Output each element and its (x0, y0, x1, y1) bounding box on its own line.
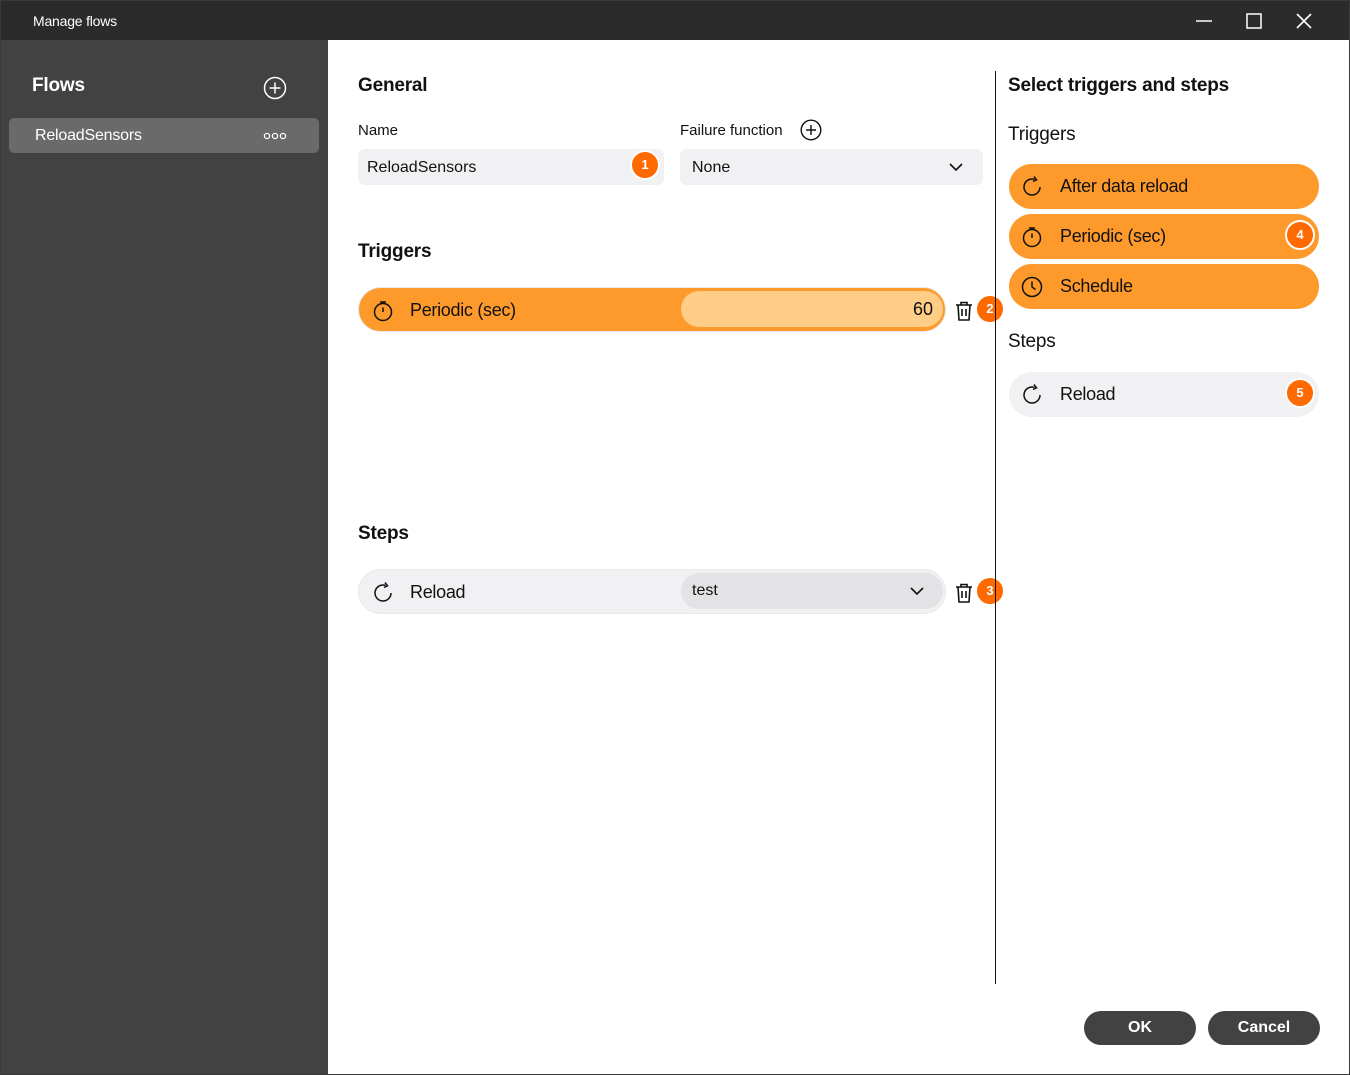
failure-function-select[interactable]: None (680, 149, 983, 185)
flow-list-item[interactable]: ReloadSensors (9, 118, 319, 153)
timer-icon (1022, 227, 1042, 248)
triggers-heading: Triggers (358, 241, 432, 262)
flows-heading: Flows (32, 75, 85, 96)
refresh-icon (1023, 176, 1041, 196)
chevron-down-icon (949, 163, 963, 172)
periodic-seconds-input[interactable]: 60 (681, 291, 943, 327)
trigger-label: Periodic (sec) (410, 300, 516, 320)
ok-button[interactable]: OK (1084, 1011, 1196, 1045)
plus-circle-icon (263, 76, 287, 100)
steps-heading: Steps (358, 523, 409, 544)
panel-divider (995, 71, 996, 984)
flows-sidebar: Flows ReloadSensors (1, 40, 328, 1074)
step-target-select[interactable]: test (681, 573, 943, 609)
window-title: Manage flows (33, 13, 117, 29)
title-bar: Manage flows (1, 1, 1349, 40)
trash-icon (956, 301, 972, 321)
chevron-down-icon (910, 587, 924, 596)
name-input[interactable]: ReloadSensors (358, 149, 664, 185)
palette-trigger-periodic[interactable]: Periodic (sec) (1009, 214, 1319, 259)
flow-more-button[interactable] (263, 129, 287, 141)
minimize-icon (1196, 20, 1212, 22)
palette-trigger-schedule[interactable]: Schedule (1009, 264, 1319, 309)
palette-step-label: Reload (1060, 384, 1116, 404)
palette-steps-heading: Steps (1008, 331, 1056, 352)
periodic-seconds-value: 60 (912, 299, 933, 319)
timer-icon (373, 301, 393, 322)
maximize-icon (1246, 13, 1262, 29)
close-button[interactable] (1286, 7, 1322, 35)
trash-icon (956, 583, 972, 603)
palette-trigger-label: Schedule (1060, 276, 1133, 296)
step-badge-5: 5 (1285, 378, 1315, 408)
delete-trigger-button[interactable] (952, 299, 976, 323)
minimize-button[interactable] (1186, 7, 1222, 35)
step-badge-3: 3 (975, 576, 1005, 606)
refresh-icon (374, 582, 392, 602)
palette-heading: Select triggers and steps (1008, 75, 1229, 96)
name-label: Name (358, 122, 399, 139)
palette-trigger-label: After data reload (1060, 176, 1188, 196)
failure-function-label: Failure function (680, 122, 783, 139)
general-heading: General (358, 75, 428, 96)
failure-function-value: None (692, 159, 731, 176)
close-icon (1296, 13, 1312, 29)
palette-trigger-label: Periodic (sec) (1060, 226, 1166, 246)
step-label: Reload (410, 582, 466, 602)
delete-step-button[interactable] (952, 581, 976, 605)
palette-triggers-heading: Triggers (1008, 124, 1076, 145)
clock-icon (1021, 276, 1043, 298)
add-failure-function-button[interactable] (800, 119, 822, 141)
palette-step-reload[interactable]: Reload (1009, 372, 1319, 417)
flow-name: ReloadSensors (35, 127, 142, 144)
add-flow-button[interactable] (263, 76, 287, 100)
step-badge-2: 2 (975, 294, 1005, 324)
maximize-button[interactable] (1236, 7, 1272, 35)
manage-flows-window: Manage flows Flows ReloadSensors General… (0, 0, 1350, 1075)
step-badge-1: 1 (630, 150, 660, 180)
cancel-button[interactable]: Cancel (1208, 1011, 1320, 1045)
step-badge-4: 4 (1285, 220, 1315, 250)
refresh-icon (1023, 384, 1041, 404)
step-target-value: test (692, 582, 718, 599)
palette-trigger-after-data-reload[interactable]: After data reload (1009, 164, 1319, 209)
plus-circle-icon (800, 119, 822, 141)
more-dots-icon (263, 132, 287, 140)
name-value: ReloadSensors (367, 159, 477, 176)
